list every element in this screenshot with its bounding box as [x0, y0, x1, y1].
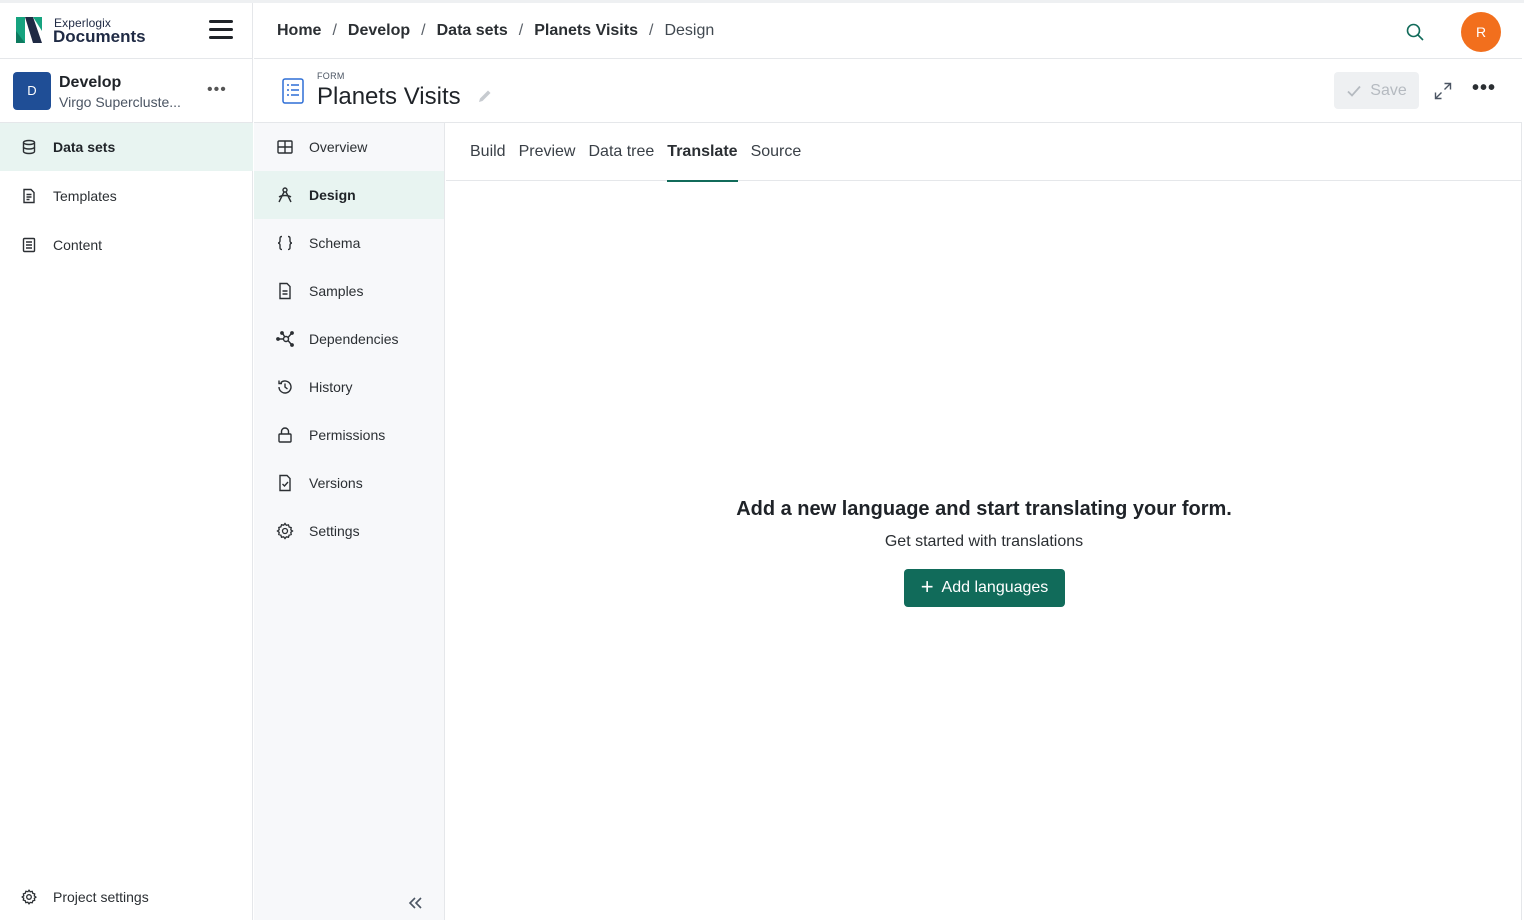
brand-header: Experlogix Documents	[0, 3, 253, 59]
design-icon	[276, 186, 294, 204]
sidebar-item-label: Data sets	[53, 139, 116, 155]
breadcrumb-data-sets[interactable]: Data sets	[437, 22, 508, 40]
plus-icon: +	[920, 574, 934, 599]
gear-icon	[21, 889, 37, 905]
pencil-icon[interactable]	[478, 89, 492, 103]
breadcrumb-home[interactable]: Home	[277, 22, 321, 40]
sidebar-nav: Data sets Templates Content	[0, 123, 253, 270]
tab-data-tree[interactable]: Data tree	[588, 123, 654, 181]
tab-preview[interactable]: Preview	[519, 123, 576, 181]
subnav-item-overview[interactable]: Overview	[254, 123, 444, 171]
save-label: Save	[1370, 81, 1407, 99]
subnav-item-label: Dependencies	[309, 331, 399, 347]
database-icon	[21, 139, 37, 155]
subnav-item-design[interactable]: Design	[254, 171, 444, 219]
tab-translate[interactable]: Translate	[667, 123, 738, 182]
tab-source[interactable]: Source	[751, 123, 802, 181]
sidebar-item-content[interactable]: Content	[0, 221, 253, 269]
form-header: FORM Planets Visits Save •••	[254, 59, 1522, 123]
breadcrumb-separator: /	[518, 22, 524, 39]
subnav-item-label: Overview	[309, 139, 368, 155]
subnav-item-label: Permissions	[309, 427, 386, 443]
subnav-item-versions[interactable]: Versions	[254, 459, 444, 507]
left-sidebar: Experlogix Documents D Develop Virgo Sup…	[0, 3, 253, 920]
grid-icon	[276, 138, 294, 156]
breadcrumb-separator: /	[332, 22, 337, 39]
project-switcher[interactable]: D Develop Virgo Superclust­e... •••	[0, 59, 253, 123]
more-options-icon[interactable]: •••	[1472, 77, 1496, 100]
subnav-item-label: Samples	[309, 283, 364, 299]
breadcrumb-planets-visits[interactable]: Planets Visits	[534, 22, 638, 40]
add-languages-button[interactable]: + Add languages	[904, 569, 1065, 607]
breadcrumb-separator: /	[421, 22, 426, 39]
subnav-item-label: Design	[309, 187, 356, 203]
breadcrumb-design: Design	[664, 22, 715, 39]
project-name: Develop	[59, 74, 122, 91]
lock-icon	[276, 426, 294, 444]
collapse-panel-icon[interactable]	[405, 893, 425, 913]
user-avatar[interactable]: R	[1461, 12, 1501, 52]
content-icon	[21, 237, 37, 253]
tab-build[interactable]: Build	[470, 123, 506, 181]
project-settings-link[interactable]: Project settings	[0, 873, 253, 920]
sidebar-item-label: Content	[53, 237, 103, 253]
form-kind-label: FORM	[317, 71, 345, 81]
subnav-item-dependencies[interactable]: Dependencies	[254, 315, 444, 363]
top-bar: Home / Develop / Data sets / Planets Vis…	[254, 3, 1522, 59]
menu-icon[interactable]	[209, 20, 233, 40]
project-subtitle: Virgo Superclust­e...	[59, 94, 181, 110]
empty-state-title: Add a new language and start translating…	[736, 498, 1232, 520]
subnav-item-label: Versions	[309, 475, 363, 491]
form-title: Planets Visits	[317, 83, 461, 110]
subnav-item-history[interactable]: History	[254, 363, 444, 411]
project-avatar: D	[13, 72, 51, 110]
app-shell: Experlogix Documents D Develop Virgo Sup…	[0, 3, 1522, 920]
design-tabs: Build Preview Data tree Translate Source	[446, 123, 1522, 182]
project-more-icon[interactable]: •••	[207, 81, 227, 99]
empty-state-subtitle: Get started with translations	[884, 533, 1084, 550]
history-icon	[276, 378, 294, 396]
subnav-item-label: History	[309, 379, 353, 395]
sidebar-item-templates[interactable]: Templates	[0, 172, 253, 220]
check-icon	[1347, 85, 1361, 97]
translate-empty-state: Add a new language and start translating…	[446, 181, 1522, 920]
form-icon	[282, 78, 304, 104]
template-doc-icon	[21, 188, 37, 204]
network-icon	[276, 330, 294, 348]
subnav-item-permissions[interactable]: Permissions	[254, 411, 444, 459]
breadcrumb-separator: /	[648, 22, 654, 39]
subnav-item-settings[interactable]: Settings	[254, 507, 444, 555]
document-icon	[276, 282, 294, 300]
subnav-item-schema[interactable]: Schema	[254, 219, 444, 267]
dataset-subnav: Overview Design Schema Samples Dependenc…	[254, 123, 445, 920]
add-languages-label: Add languages	[941, 579, 1049, 596]
sidebar-item-label: Templates	[53, 188, 117, 204]
subnav-item-label: Schema	[309, 235, 361, 251]
subnav-item-label: Settings	[309, 523, 360, 539]
experlogix-logo-icon	[16, 17, 42, 43]
gear-icon	[276, 522, 294, 540]
sidebar-item-data-sets[interactable]: Data sets	[0, 123, 253, 171]
breadcrumb: Home / Develop / Data sets / Planets Vis…	[277, 22, 714, 40]
brand-product: Documents	[53, 27, 146, 46]
breadcrumb-develop[interactable]: Develop	[348, 22, 410, 40]
file-check-icon	[276, 474, 294, 492]
braces-icon	[276, 234, 294, 252]
subnav-item-samples[interactable]: Samples	[254, 267, 444, 315]
expand-icon[interactable]	[1434, 82, 1452, 100]
search-icon[interactable]	[1405, 22, 1425, 42]
save-button[interactable]: Save	[1334, 72, 1419, 109]
project-settings-label: Project settings	[53, 889, 149, 905]
